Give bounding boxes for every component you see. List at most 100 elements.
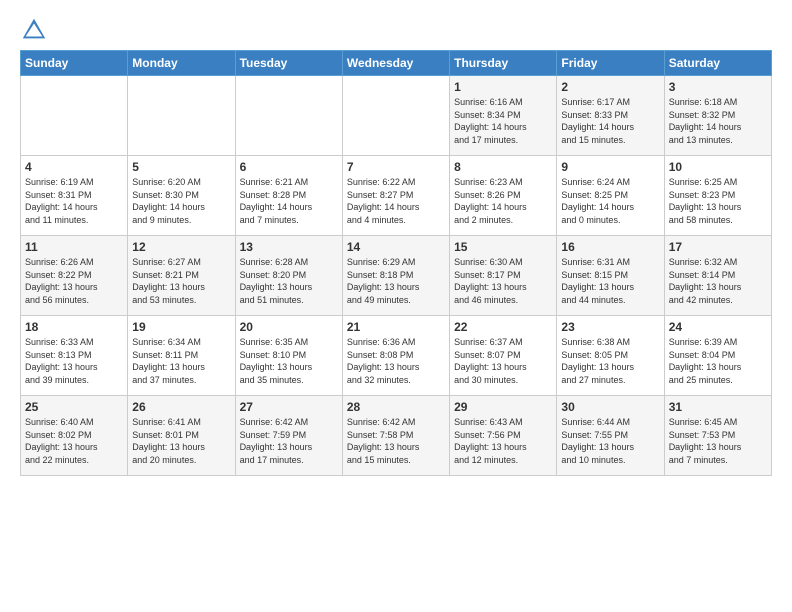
- day-info: Sunrise: 6:36 AM Sunset: 8:08 PM Dayligh…: [347, 336, 445, 386]
- day-info: Sunrise: 6:32 AM Sunset: 8:14 PM Dayligh…: [669, 256, 767, 306]
- day-info: Sunrise: 6:44 AM Sunset: 7:55 PM Dayligh…: [561, 416, 659, 466]
- day-number: 16: [561, 240, 659, 254]
- day-number: 15: [454, 240, 552, 254]
- calendar-cell: 19 Sunrise: 6:34 AM Sunset: 8:11 PM Dayli…: [128, 316, 235, 396]
- calendar-cell: 20 Sunrise: 6:35 AM Sunset: 8:10 PM Dayli…: [235, 316, 342, 396]
- day-header-tuesday: Tuesday: [235, 51, 342, 76]
- day-info: Sunrise: 6:22 AM Sunset: 8:27 PM Dayligh…: [347, 176, 445, 226]
- day-number: 18: [25, 320, 123, 334]
- day-info: Sunrise: 6:30 AM Sunset: 8:17 PM Dayligh…: [454, 256, 552, 306]
- day-number: 7: [347, 160, 445, 174]
- day-header-friday: Friday: [557, 51, 664, 76]
- day-number: 1: [454, 80, 552, 94]
- calendar-cell: 14 Sunrise: 6:29 AM Sunset: 8:18 PM Dayli…: [342, 236, 449, 316]
- day-info: Sunrise: 6:24 AM Sunset: 8:25 PM Dayligh…: [561, 176, 659, 226]
- day-header-thursday: Thursday: [450, 51, 557, 76]
- calendar-cell: 23 Sunrise: 6:38 AM Sunset: 8:05 PM Dayli…: [557, 316, 664, 396]
- day-number: 28: [347, 400, 445, 414]
- day-number: 23: [561, 320, 659, 334]
- day-number: 29: [454, 400, 552, 414]
- day-number: 2: [561, 80, 659, 94]
- day-info: Sunrise: 6:25 AM Sunset: 8:23 PM Dayligh…: [669, 176, 767, 226]
- calendar-cell: 3 Sunrise: 6:18 AM Sunset: 8:32 PM Daylig…: [664, 76, 771, 156]
- day-info: Sunrise: 6:35 AM Sunset: 8:10 PM Dayligh…: [240, 336, 338, 386]
- day-info: Sunrise: 6:40 AM Sunset: 8:02 PM Dayligh…: [25, 416, 123, 466]
- day-info: Sunrise: 6:31 AM Sunset: 8:15 PM Dayligh…: [561, 256, 659, 306]
- day-number: 13: [240, 240, 338, 254]
- day-number: 22: [454, 320, 552, 334]
- week-row-5: 25 Sunrise: 6:40 AM Sunset: 8:02 PM Dayli…: [21, 396, 772, 476]
- calendar-cell: 5 Sunrise: 6:20 AM Sunset: 8:30 PM Daylig…: [128, 156, 235, 236]
- calendar-cell: 13 Sunrise: 6:28 AM Sunset: 8:20 PM Dayli…: [235, 236, 342, 316]
- week-row-3: 11 Sunrise: 6:26 AM Sunset: 8:22 PM Dayli…: [21, 236, 772, 316]
- header-row: SundayMondayTuesdayWednesdayThursdayFrid…: [21, 51, 772, 76]
- day-number: 31: [669, 400, 767, 414]
- day-number: 11: [25, 240, 123, 254]
- calendar-cell: 6Sunrise: 6:21 AM Sunset: 8:28 PM Daylig…: [235, 156, 342, 236]
- day-number: 27: [240, 400, 338, 414]
- day-number: 19: [132, 320, 230, 334]
- calendar-cell: 10 Sunrise: 6:25 AM Sunset: 8:23 PM Dayli…: [664, 156, 771, 236]
- day-number: 5: [132, 160, 230, 174]
- day-info: Sunrise: 6:43 AM Sunset: 7:56 PM Dayligh…: [454, 416, 552, 466]
- day-number: 10: [669, 160, 767, 174]
- day-info: Sunrise: 6:37 AM Sunset: 8:07 PM Dayligh…: [454, 336, 552, 386]
- day-number: 26: [132, 400, 230, 414]
- week-row-2: 4 Sunrise: 6:19 AM Sunset: 8:31 PM Daylig…: [21, 156, 772, 236]
- calendar-cell: [235, 76, 342, 156]
- week-row-4: 18 Sunrise: 6:33 AM Sunset: 8:13 PM Dayli…: [21, 316, 772, 396]
- week-row-1: 1 Sunrise: 6:16 AM Sunset: 8:34 PM Daylig…: [21, 76, 772, 156]
- calendar-cell: 4 Sunrise: 6:19 AM Sunset: 8:31 PM Daylig…: [21, 156, 128, 236]
- logo-icon: [20, 16, 48, 44]
- calendar-cell: 22 Sunrise: 6:37 AM Sunset: 8:07 PM Dayli…: [450, 316, 557, 396]
- day-info: Sunrise: 6:28 AM Sunset: 8:20 PM Dayligh…: [240, 256, 338, 306]
- day-number: 8: [454, 160, 552, 174]
- calendar-cell: 21 Sunrise: 6:36 AM Sunset: 8:08 PM Dayli…: [342, 316, 449, 396]
- day-number: 25: [25, 400, 123, 414]
- day-info: Sunrise: 6:19 AM Sunset: 8:31 PM Dayligh…: [25, 176, 123, 226]
- day-number: 20: [240, 320, 338, 334]
- day-header-wednesday: Wednesday: [342, 51, 449, 76]
- page: SundayMondayTuesdayWednesdayThursdayFrid…: [0, 0, 792, 486]
- day-info: Sunrise: 6:26 AM Sunset: 8:22 PM Dayligh…: [25, 256, 123, 306]
- day-info: Sunrise: 6:39 AM Sunset: 8:04 PM Dayligh…: [669, 336, 767, 386]
- day-number: 4: [25, 160, 123, 174]
- day-info: Sunrise: 6:34 AM Sunset: 8:11 PM Dayligh…: [132, 336, 230, 386]
- day-header-monday: Monday: [128, 51, 235, 76]
- day-info: Sunrise: 6:45 AM Sunset: 7:53 PM Dayligh…: [669, 416, 767, 466]
- day-number: 14: [347, 240, 445, 254]
- day-number: 12: [132, 240, 230, 254]
- day-info: Sunrise: 6:42 AM Sunset: 7:58 PM Dayligh…: [347, 416, 445, 466]
- calendar-cell: 15 Sunrise: 6:30 AM Sunset: 8:17 PM Dayli…: [450, 236, 557, 316]
- calendar-cell: 31 Sunrise: 6:45 AM Sunset: 7:53 PM Dayli…: [664, 396, 771, 476]
- day-header-sunday: Sunday: [21, 51, 128, 76]
- day-info: Sunrise: 6:18 AM Sunset: 8:32 PM Dayligh…: [669, 96, 767, 146]
- calendar-cell: 24 Sunrise: 6:39 AM Sunset: 8:04 PM Dayli…: [664, 316, 771, 396]
- calendar-cell: 8 Sunrise: 6:23 AM Sunset: 8:26 PM Daylig…: [450, 156, 557, 236]
- calendar-cell: 30 Sunrise: 6:44 AM Sunset: 7:55 PM Dayli…: [557, 396, 664, 476]
- header: [20, 16, 772, 44]
- day-number: 9: [561, 160, 659, 174]
- day-info: Sunrise: 6:20 AM Sunset: 8:30 PM Dayligh…: [132, 176, 230, 226]
- day-info: Sunrise: 6:42 AM Sunset: 7:59 PM Dayligh…: [240, 416, 338, 466]
- calendar-cell: 7 Sunrise: 6:22 AM Sunset: 8:27 PM Daylig…: [342, 156, 449, 236]
- calendar-cell: 11 Sunrise: 6:26 AM Sunset: 8:22 PM Dayli…: [21, 236, 128, 316]
- day-number: 24: [669, 320, 767, 334]
- calendar-cell: 27 Sunrise: 6:42 AM Sunset: 7:59 PM Dayli…: [235, 396, 342, 476]
- day-info: Sunrise: 6:38 AM Sunset: 8:05 PM Dayligh…: [561, 336, 659, 386]
- day-info: Sunrise: 6:16 AM Sunset: 8:34 PM Dayligh…: [454, 96, 552, 146]
- day-info: Sunrise: 6:29 AM Sunset: 8:18 PM Dayligh…: [347, 256, 445, 306]
- day-number: 3: [669, 80, 767, 94]
- day-number: 21: [347, 320, 445, 334]
- logo: [20, 16, 52, 44]
- calendar-cell: 18 Sunrise: 6:33 AM Sunset: 8:13 PM Dayli…: [21, 316, 128, 396]
- calendar-cell: [21, 76, 128, 156]
- day-number: 30: [561, 400, 659, 414]
- day-header-saturday: Saturday: [664, 51, 771, 76]
- day-number: 17: [669, 240, 767, 254]
- day-info: Sunrise: 6:17 AM Sunset: 8:33 PM Dayligh…: [561, 96, 659, 146]
- day-info: Sunrise: 6:23 AM Sunset: 8:26 PM Dayligh…: [454, 176, 552, 226]
- calendar-cell: 25 Sunrise: 6:40 AM Sunset: 8:02 PM Dayli…: [21, 396, 128, 476]
- day-info: Sunrise: 6:27 AM Sunset: 8:21 PM Dayligh…: [132, 256, 230, 306]
- day-info: Sunrise: 6:33 AM Sunset: 8:13 PM Dayligh…: [25, 336, 123, 386]
